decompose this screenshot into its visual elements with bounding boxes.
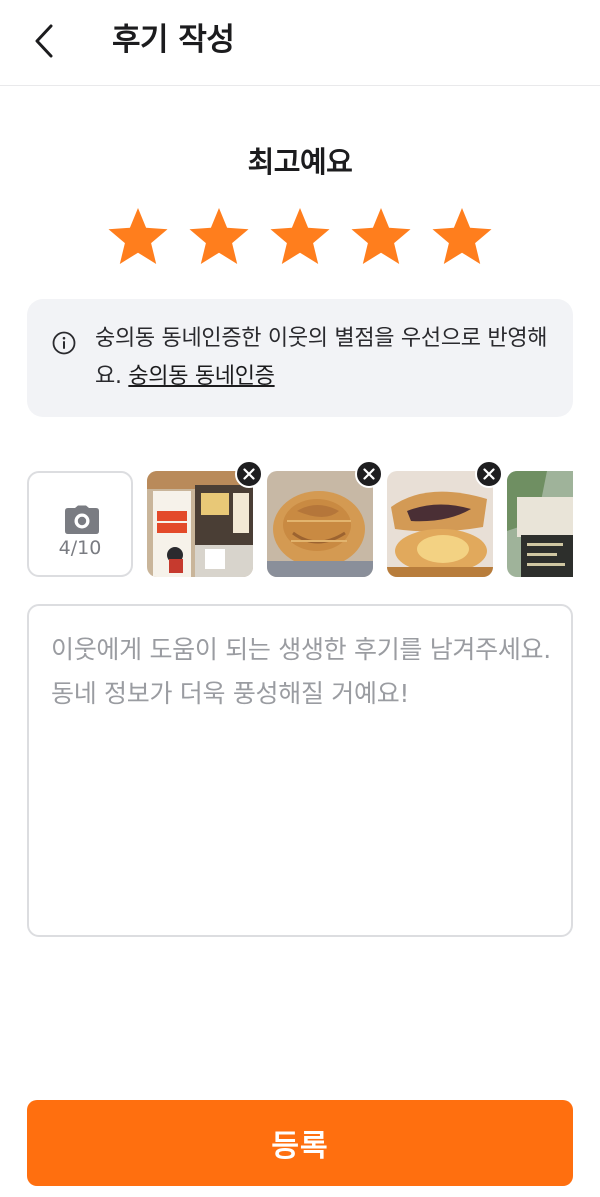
rating-label: 최고예요 <box>247 145 353 179</box>
camera-icon <box>65 505 99 534</box>
notice-text-block: 숭의동 동네인증한 이웃의 별점을 우선으로 반영해요. 숭의동 동네인증 <box>95 320 557 396</box>
submit-button[interactable]: 등록 <box>27 1100 573 1186</box>
photo-thumbnail-fish-bread[interactable] <box>267 471 373 577</box>
photo-count: 4/10 <box>58 537 102 559</box>
remove-photo-button[interactable] <box>235 460 263 488</box>
back-button[interactable] <box>22 16 66 66</box>
photo-thumbnail-red-bean-filling[interactable] <box>387 471 493 577</box>
neighborhood-verify-link[interactable]: 숭의동 동네인증 <box>128 364 275 389</box>
star-icon-1[interactable] <box>107 206 169 268</box>
close-icon <box>363 468 375 480</box>
star-icon-3[interactable] <box>269 206 331 268</box>
remove-photo-button[interactable] <box>475 460 503 488</box>
header: 후기 작성 <box>0 0 600 86</box>
chevron-left-icon <box>35 24 53 58</box>
add-photo-button[interactable]: 4/10 <box>27 471 133 577</box>
star-icon-5[interactable] <box>431 206 493 268</box>
page-title: 후기 작성 <box>112 22 235 58</box>
star-icon-2[interactable] <box>188 206 250 268</box>
photo-thumbnail-menu-board[interactable] <box>507 471 573 577</box>
neighborhood-notice: 숭의동 동네인증한 이웃의 별점을 우선으로 반영해요. 숭의동 동네인증 <box>27 299 573 417</box>
star-icon-4[interactable] <box>350 206 412 268</box>
star-rating <box>0 206 600 268</box>
close-icon <box>243 468 255 480</box>
review-textarea[interactable] <box>51 628 551 918</box>
close-icon <box>483 468 495 480</box>
info-circle-icon <box>52 331 76 355</box>
remove-photo-button[interactable] <box>355 460 383 488</box>
photo-row: 4/10 <box>27 460 573 586</box>
photo-thumbnail-storefront[interactable] <box>147 471 253 577</box>
review-write-screen: 후기 작성 최고예요 숭의동 동네인증한 이웃의 별점을 우선으로 반영해요. … <box>0 0 600 1197</box>
review-text-box <box>27 604 573 937</box>
